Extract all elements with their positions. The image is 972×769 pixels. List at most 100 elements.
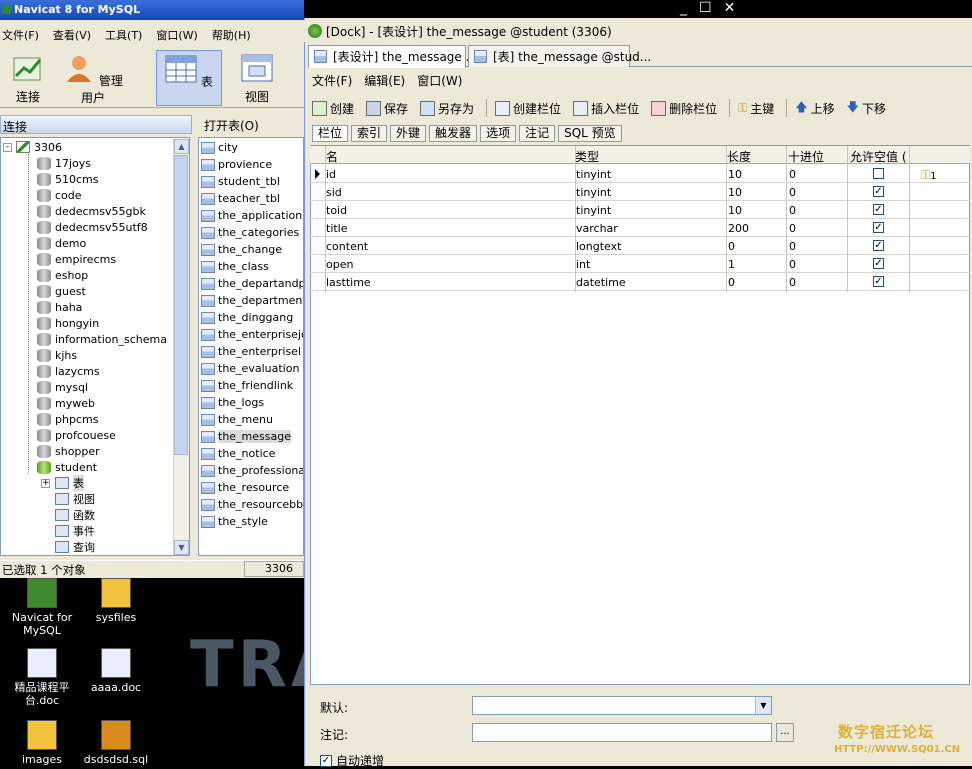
field-type-cell[interactable]: tinyint — [576, 186, 611, 199]
menu-edit[interactable]: 编辑(E) — [364, 72, 405, 90]
table-list-item[interactable]: the_logs — [201, 394, 264, 411]
tree-item-database[interactable]: lazycms — [37, 363, 100, 379]
scrollbar-thumb[interactable] — [174, 155, 188, 455]
field-type-cell[interactable]: tinyint — [576, 168, 611, 181]
tree-item-object[interactable]: 视图 — [55, 491, 95, 507]
nullable-checkbox[interactable]: ✓ — [873, 258, 884, 269]
table-list-item[interactable]: the_departments — [201, 292, 303, 309]
nullable-checkbox[interactable] — [873, 168, 884, 179]
column-header-nullable[interactable]: 允许空值 ( — [850, 148, 908, 165]
field-decimals-cell[interactable]: 0 — [789, 240, 796, 253]
comment-input[interactable] — [472, 723, 772, 742]
table-row[interactable]: title varchar 200 0 ✓ — [310, 219, 970, 237]
field-type-cell[interactable]: varchar — [576, 222, 618, 235]
scroll-down-icon[interactable]: ▼ — [174, 540, 189, 555]
tree-item-database[interactable]: code — [37, 187, 82, 203]
field-length-cell[interactable]: 0 — [728, 240, 735, 253]
nullable-checkbox[interactable]: ✓ — [873, 240, 884, 251]
menu-window[interactable]: 窗口(W) — [156, 27, 197, 44]
table-list-item[interactable]: the_style — [201, 513, 268, 530]
field-decimals-cell[interactable]: 0 — [789, 276, 796, 289]
tree-item-connection[interactable]: - 3306 — [3, 139, 62, 155]
auto-increment-checkbox[interactable]: ✓ — [320, 754, 332, 767]
field-type-cell[interactable]: datetime — [576, 276, 626, 289]
field-decimals-cell[interactable]: 0 — [789, 204, 796, 217]
desktop-icon[interactable]: dsdsdsd.sql — [76, 720, 156, 766]
table-list-item[interactable]: the_menu — [201, 411, 273, 428]
field-name-cell[interactable]: lasttime — [326, 276, 371, 289]
column-header-type[interactable]: 类型 — [575, 148, 599, 165]
tab-table-data[interactable]: [表] the_message @stud... — [468, 45, 651, 67]
tab-foreign-keys[interactable]: 外键 — [390, 125, 427, 142]
table-list-item[interactable]: the_enterprisel — [201, 343, 301, 360]
table-list-item[interactable]: the_notice — [201, 445, 275, 462]
tab-triggers[interactable]: 触发器 — [429, 125, 478, 142]
default-select[interactable]: ▼ — [472, 696, 772, 715]
field-length-cell[interactable]: 1 — [728, 258, 735, 271]
table-row[interactable]: lasttime datetime 0 0 ✓ — [310, 273, 970, 291]
tab-table-design[interactable]: [表设计] the_message ... — [308, 45, 477, 68]
column-header-name[interactable]: 名 — [326, 148, 338, 165]
tab-indexes[interactable]: 索引 — [351, 125, 388, 142]
table-list-item[interactable]: city — [201, 139, 238, 156]
table-button[interactable]: 表 — [156, 50, 222, 106]
desktop-icon[interactable]: aaaa.doc — [76, 648, 156, 694]
table-list-item[interactable]: the_message — [201, 428, 291, 445]
chevron-down-icon[interactable]: ▼ — [755, 697, 771, 714]
table-row[interactable]: open int 1 0 ✓ — [310, 255, 970, 273]
field-decimals-cell[interactable]: 0 — [789, 222, 796, 235]
field-name-cell[interactable]: id — [326, 168, 336, 181]
tree-item-object[interactable]: 查询 — [55, 539, 95, 555]
tree-item-database[interactable]: 510cms — [37, 171, 99, 187]
delete-field-button[interactable]: 删除栏位 — [651, 100, 717, 117]
close-icon[interactable]: ✕ — [724, 0, 736, 18]
table-list-item[interactable]: the_friendlink — [201, 377, 293, 394]
field-decimals-cell[interactable]: 0 — [789, 168, 796, 181]
scroll-up-icon[interactable]: ▲ — [174, 139, 189, 154]
tree-item-database[interactable]: phpcms — [37, 411, 98, 427]
menu-file[interactable]: 文件(F) — [2, 27, 39, 44]
table-list-item[interactable]: the_application — [201, 207, 302, 224]
desktop-icon[interactable]: sysfiles — [76, 578, 156, 624]
tab-fields[interactable]: 栏位 — [312, 125, 349, 142]
menu-view[interactable]: 查看(V) — [53, 27, 91, 44]
desktop-icon[interactable]: Navicat for MySQL — [2, 578, 82, 637]
menu-help[interactable]: 帮助(H) — [212, 27, 251, 44]
field-type-cell[interactable]: longtext — [576, 240, 621, 253]
field-length-cell[interactable]: 0 — [728, 276, 735, 289]
nullable-checkbox[interactable]: ✓ — [873, 186, 884, 197]
nullable-checkbox[interactable]: ✓ — [873, 204, 884, 215]
tree-item-database[interactable]: myweb — [37, 395, 95, 411]
tree-item-object[interactable]: + 表 — [41, 475, 84, 491]
move-down-button[interactable]: 🡇 下移 — [847, 98, 886, 119]
field-length-cell[interactable]: 10 — [728, 186, 742, 199]
table-list-item[interactable]: the_class — [201, 258, 269, 275]
view-button[interactable]: 视图 — [234, 50, 280, 106]
field-name-cell[interactable]: open — [326, 258, 353, 271]
create-button[interactable]: 创建 — [312, 100, 354, 117]
primary-key-button[interactable]: ⚿ 主键 — [738, 100, 774, 117]
desktop-icon[interactable]: 精品课程平台.doc — [2, 648, 82, 707]
maximize-icon[interactable]: ☐ — [699, 0, 712, 18]
table-list-item[interactable]: the_enterprisejob — [201, 326, 303, 343]
field-decimals-cell[interactable]: 0 — [789, 258, 796, 271]
comment-browse-button[interactable]: ... — [776, 723, 794, 742]
tree-item-database[interactable]: information_schema — [37, 331, 167, 347]
table-list-item[interactable]: the_departandpr — [201, 275, 303, 292]
tree-item-database[interactable]: haha — [37, 299, 82, 315]
table-list-item[interactable]: the_dinggang — [201, 309, 293, 326]
tab-comment[interactable]: 注记 — [519, 125, 556, 142]
table-row[interactable]: id tinyint 10 0 ⚿1 — [310, 165, 970, 183]
tree-item-database[interactable]: guest — [37, 283, 86, 299]
table-list[interactable]: city provience student_tbl teacher_tbl the_a… — [198, 137, 304, 556]
minimize-icon[interactable]: _ — [680, 0, 687, 18]
tree-item-database[interactable]: demo — [37, 235, 86, 251]
tree-item-database[interactable]: dedecmsv55gbk — [37, 203, 146, 219]
field-length-cell[interactable]: 10 — [728, 204, 742, 217]
table-list-item[interactable]: the_change — [201, 241, 282, 258]
table-row[interactable]: content longtext 0 0 ✓ — [310, 237, 970, 255]
table-list-item[interactable]: the_resourcebbs — [201, 496, 303, 513]
connection-tree[interactable]: - 3306 17joys 510cms code dedecmsv55gbk dedecm… — [0, 137, 190, 556]
field-length-cell[interactable]: 10 — [728, 168, 742, 181]
save-as-button[interactable]: 另存为 — [420, 100, 474, 117]
